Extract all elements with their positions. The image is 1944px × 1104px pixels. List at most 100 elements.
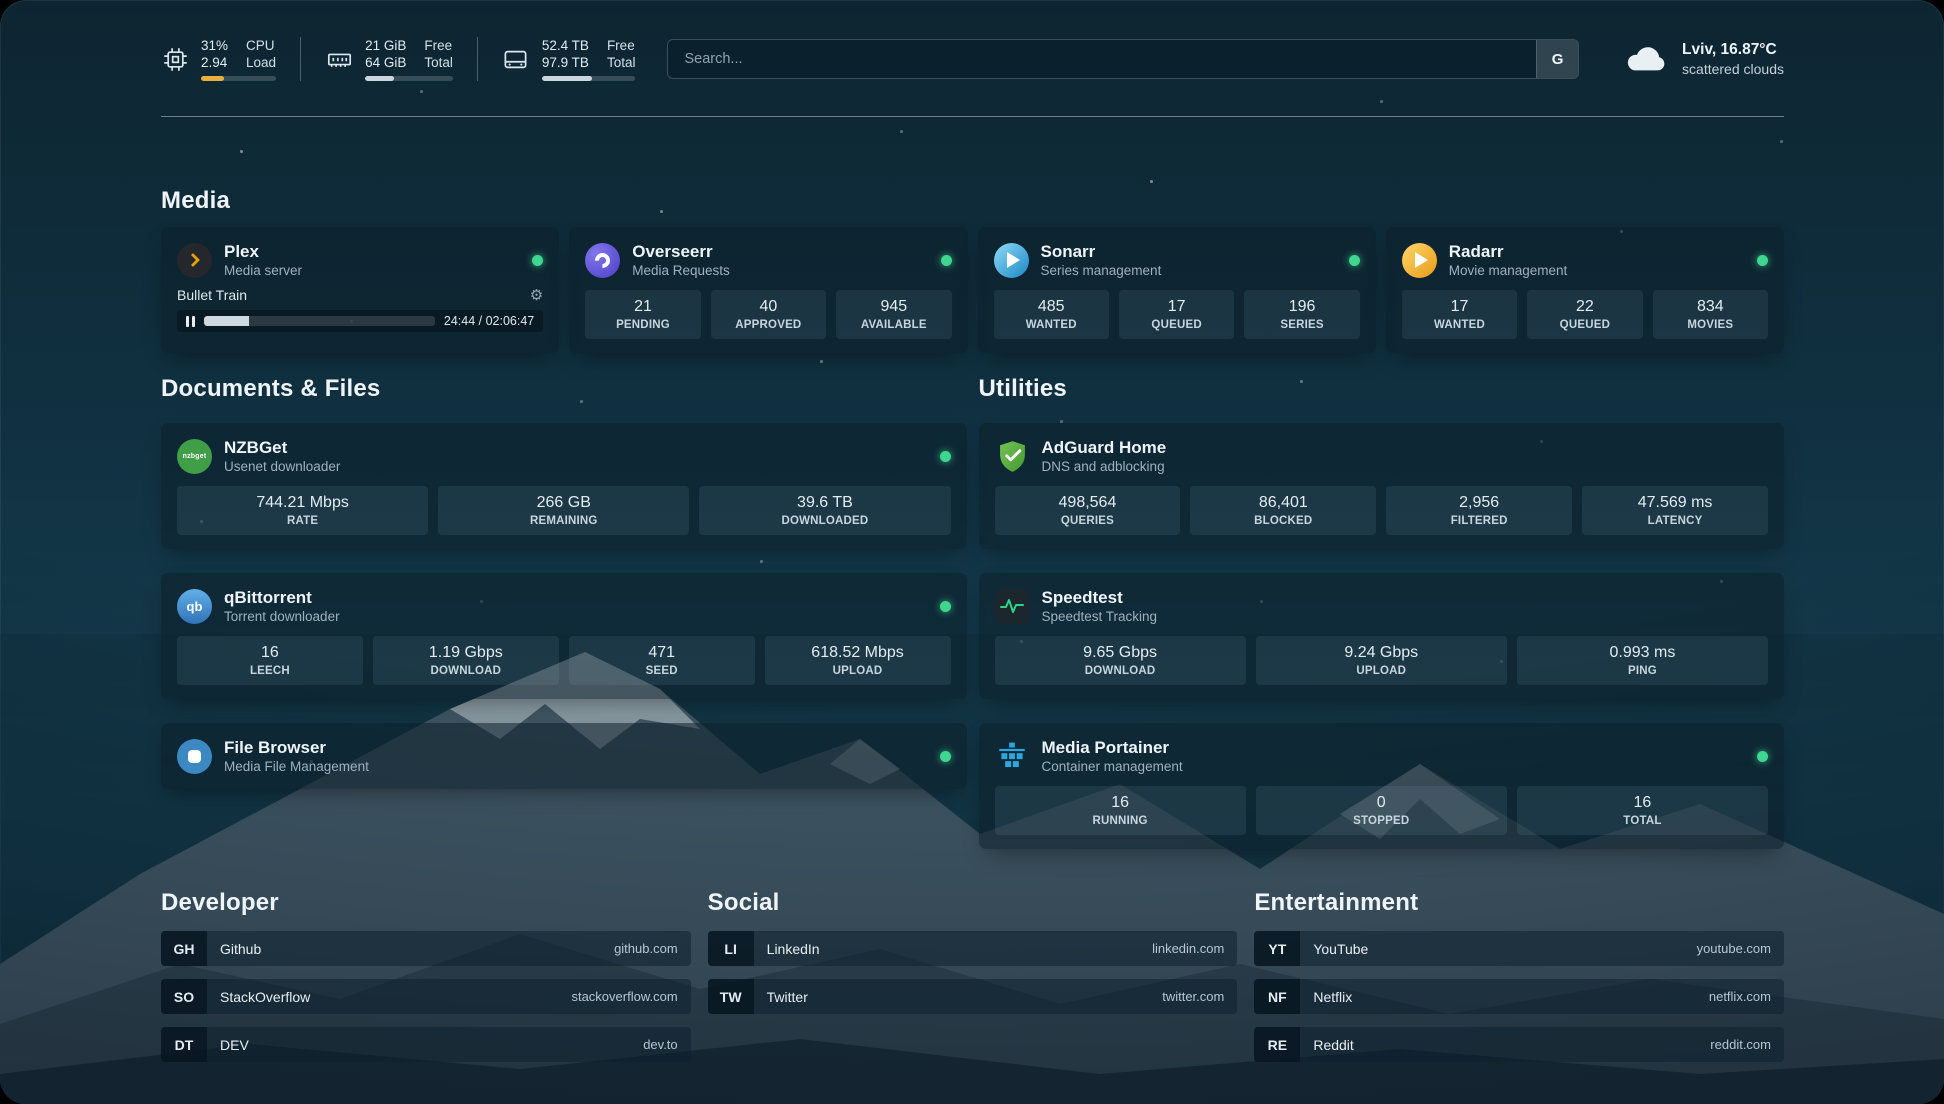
stat-stopped: 0 STOPPED — [1256, 786, 1507, 835]
service-subtitle: Speedtest Tracking — [1042, 608, 1158, 625]
service-card-overseerr[interactable]: Overseerr Media Requests 21 PENDING 40 A… — [569, 227, 967, 353]
section-utilities: Utilities — [979, 375, 1785, 849]
bookmark-github[interactable]: GH Github github.com — [161, 931, 691, 966]
service-card-adguard[interactable]: AdGuard Home DNS and adblocking 498,564 … — [979, 423, 1785, 549]
service-card-radarr[interactable]: Radarr Movie management 17 WANTED 22 QUE… — [1386, 227, 1784, 353]
service-name: Speedtest — [1042, 587, 1158, 608]
cpu-usage-label: CPU — [246, 37, 276, 54]
status-dot — [940, 751, 951, 762]
section-media: Media Plex Media server Bullet Train ⚙ — [161, 187, 1784, 353]
status-dot — [532, 255, 543, 266]
memory-total-value: 64 GiB — [365, 54, 406, 71]
weather-location: Lviv, 16.87°C — [1682, 41, 1784, 59]
service-subtitle: Movie management — [1449, 262, 1568, 279]
search-provider-button[interactable]: G — [1536, 40, 1578, 78]
memory-total-label: Total — [424, 54, 453, 71]
stat-blocked: 86,401 BLOCKED — [1190, 486, 1376, 535]
pause-icon[interactable] — [186, 316, 195, 327]
stat-available: 945 AVAILABLE — [836, 290, 951, 339]
service-name: Plex — [224, 241, 302, 262]
service-card-nzbget[interactable]: nzbget NZBGet Usenet downloader 744.21 M… — [161, 423, 967, 549]
status-dot — [1757, 751, 1768, 762]
stat-wanted: 17 WANTED — [1402, 290, 1517, 339]
now-playing-title: Bullet Train — [177, 287, 247, 303]
service-name: qBittorrent — [224, 587, 340, 608]
bookmark-url: youtube.com — [1697, 941, 1771, 956]
bookmark-abbr: GH — [161, 931, 207, 966]
memory-icon — [325, 45, 353, 73]
service-name: NZBGet — [224, 437, 340, 458]
status-dot — [1349, 255, 1360, 266]
bookmark-url: linkedin.com — [1152, 941, 1224, 956]
memory-free-value: 21 GiB — [365, 37, 406, 54]
section-developer: Developer GH Github github.com SO StackO… — [161, 889, 691, 1062]
section-title-utilities: Utilities — [979, 375, 1785, 403]
stat-approved: 40 APPROVED — [711, 290, 826, 339]
service-name: Radarr — [1449, 241, 1568, 262]
speedtest-icon — [995, 589, 1030, 624]
resource-monitors: 31% 2.94 CPU Load — [161, 37, 635, 81]
status-dot — [1757, 255, 1768, 266]
gear-icon[interactable]: ⚙ — [530, 288, 543, 303]
search-input[interactable] — [668, 40, 1536, 78]
service-subtitle: Media server — [224, 262, 302, 279]
adguard-icon — [995, 439, 1030, 474]
bookmark-stackoverflow[interactable]: SO StackOverflow stackoverflow.com — [161, 979, 691, 1014]
service-subtitle: Series management — [1041, 262, 1162, 279]
bookmark-name: Twitter — [767, 989, 1163, 1005]
bookmark-abbr: NF — [1254, 979, 1300, 1014]
bookmark-youtube[interactable]: YT YouTube youtube.com — [1254, 931, 1784, 966]
service-card-plex[interactable]: Plex Media server Bullet Train ⚙ — [161, 227, 559, 353]
nzbget-icon: nzbget — [177, 439, 212, 474]
stat-upload: 618.52 Mbps UPLOAD — [765, 636, 951, 685]
stat-latency: 47.569 ms LATENCY — [1582, 486, 1768, 535]
section-title-entertainment: Entertainment — [1254, 889, 1784, 917]
service-card-portainer[interactable]: Media Portainer Container management 16 … — [979, 723, 1785, 849]
stat-downloaded: 39.6 TB DOWNLOADED — [699, 486, 950, 535]
stat-filtered: 2,956 FILTERED — [1386, 486, 1572, 535]
cpu-progress-bar — [201, 76, 276, 81]
plex-player: 24:44 / 02:06:47 — [177, 310, 543, 332]
bookmark-name: Reddit — [1313, 1037, 1710, 1053]
qbittorrent-icon: qb — [177, 589, 212, 624]
bookmark-twitter[interactable]: TW Twitter twitter.com — [708, 979, 1238, 1014]
overseerr-icon — [585, 243, 620, 278]
stat-leech: 16 LEECH — [177, 636, 363, 685]
service-subtitle: Torrent downloader — [224, 608, 340, 625]
disk-free-label: Free — [607, 37, 636, 54]
search-bar: G — [667, 39, 1579, 79]
service-subtitle: Usenet downloader — [224, 458, 340, 475]
stat-remaining: 266 GB REMAINING — [438, 486, 689, 535]
stat-ping: 0.993 ms PING — [1517, 636, 1768, 685]
memory-progress-bar — [365, 76, 453, 81]
radarr-icon — [1402, 243, 1437, 278]
stat-total: 16 TOTAL — [1517, 786, 1768, 835]
disk-free-value: 52.4 TB — [542, 37, 589, 54]
disk-monitor: 52.4 TB 97.9 TB Free Total — [502, 37, 636, 81]
cpu-icon — [161, 45, 189, 73]
bookmark-netflix[interactable]: NF Netflix netflix.com — [1254, 979, 1784, 1014]
bookmark-reddit[interactable]: RE Reddit reddit.com — [1254, 1027, 1784, 1062]
status-dot — [940, 451, 951, 462]
bookmark-abbr: LI — [708, 931, 754, 966]
topbar: 31% 2.94 CPU Load — [161, 34, 1784, 84]
service-card-sonarr[interactable]: Sonarr Series management 485 WANTED 17 Q… — [978, 227, 1376, 353]
section-documents: Documents & Files nzbget NZBGet Usenet d… — [161, 375, 967, 849]
bookmark-dev[interactable]: DT DEV dev.to — [161, 1027, 691, 1062]
service-card-filebrowser[interactable]: File Browser Media File Management — [161, 723, 967, 789]
bookmark-abbr: TW — [708, 979, 754, 1014]
section-title-documents: Documents & Files — [161, 375, 967, 403]
bookmark-linkedin[interactable]: LI LinkedIn linkedin.com — [708, 931, 1238, 966]
bookmark-name: Github — [220, 941, 614, 957]
service-subtitle: DNS and adblocking — [1042, 458, 1167, 475]
service-card-qbittorrent[interactable]: qb qBittorrent Torrent downloader 16 — [161, 573, 967, 699]
disk-progress-bar — [542, 76, 636, 81]
service-name: Sonarr — [1041, 241, 1162, 262]
stat-queries: 498,564 QUERIES — [995, 486, 1181, 535]
service-card-speedtest[interactable]: Speedtest Speedtest Tracking 9.65 Gbps D… — [979, 573, 1785, 699]
stat-seed: 471 SEED — [569, 636, 755, 685]
section-social: Social LI LinkedIn linkedin.com TW Twitt… — [708, 889, 1238, 1062]
cpu-load-value: 2.94 — [201, 54, 228, 71]
playback-progress-bar[interactable] — [204, 316, 435, 326]
plex-icon — [177, 243, 212, 278]
